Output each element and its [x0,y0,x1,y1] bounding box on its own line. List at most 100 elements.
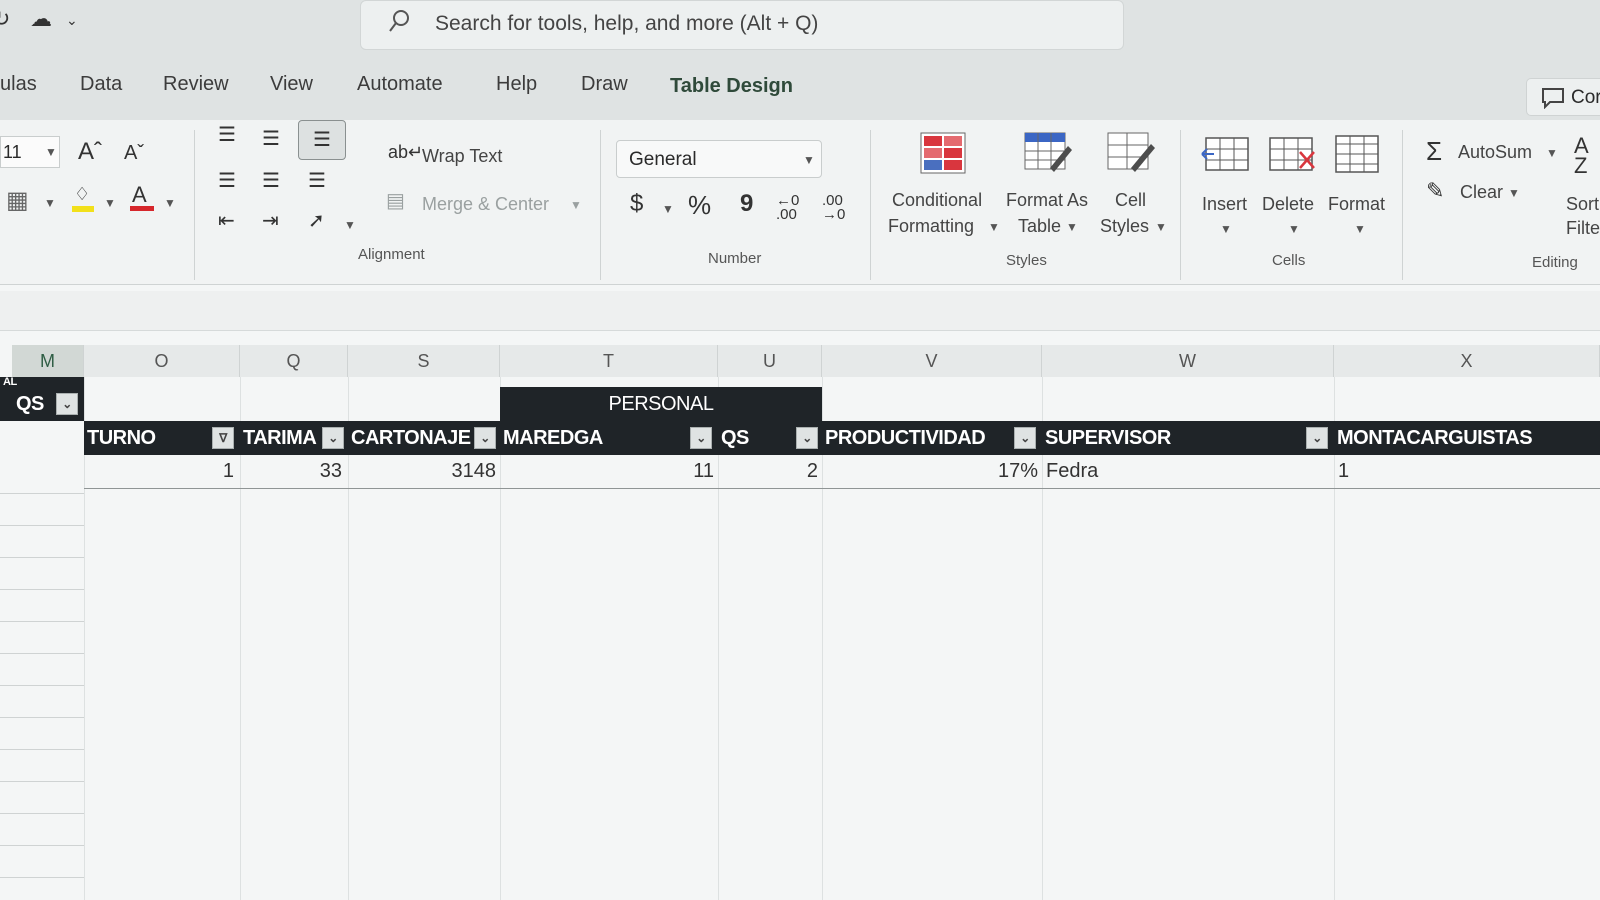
cell-maredga[interactable]: 11 [500,460,714,483]
decrease-decimal-icon[interactable]: .00 →0 [822,193,845,222]
conditional-formatting-button[interactable]: Conditional Formatting ▼ [880,132,1000,242]
formula-bar[interactable] [0,291,1600,331]
chevron-down-icon[interactable]: ▼ [1508,186,1520,200]
chevron-down-icon[interactable]: ▼ [104,196,116,210]
filter-dropdown-icon[interactable]: ⌄ [1014,427,1036,449]
filter-active-icon[interactable]: ∇ [212,427,234,449]
align-middle-icon[interactable]: ☰ [262,126,280,151]
chevron-down-icon[interactable]: ▼ [44,196,56,210]
header-supervisor-label: SUPERVISOR [1045,427,1171,449]
column-header-o[interactable]: O [84,345,240,377]
align-left-icon[interactable]: ☰ [218,168,236,193]
column-header-s[interactable]: S [348,345,500,377]
chevron-down-icon: ▼ [988,220,1000,234]
font-size-select[interactable]: 11 ▼ [0,136,60,168]
wrap-text-button[interactable]: Wrap Text [422,144,502,169]
insert-button[interactable]: Insert ▼ [1196,134,1254,244]
column-header-q[interactable]: Q [240,345,348,377]
header-supervisor[interactable]: SUPERVISOR ⌄ [1042,421,1334,455]
search-box[interactable]: Search for tools, help, and more (Alt + … [360,0,1124,50]
chevron-down-icon[interactable]: ▼ [662,202,674,216]
column-header-t[interactable]: T [500,345,718,377]
align-bottom-icon[interactable]: ☰ [298,120,346,160]
column-header-m[interactable]: M [12,345,84,377]
filter-dropdown-icon[interactable]: ⌄ [796,427,818,449]
clear-button[interactable]: Clear [1460,180,1503,205]
cell-tarima[interactable]: 33 [240,460,342,483]
spreadsheet[interactable]: M O Q S T U V W X AL QS ⌄ PERSONAL TURNO… [0,285,1600,900]
column-header-w[interactable]: W [1042,345,1334,377]
tab-help[interactable]: Help [496,73,537,96]
sort-filter-icon[interactable]: AZ [1574,135,1589,177]
fill-color-icon[interactable]: ♢ [72,184,94,214]
header-maredga[interactable]: MAREDGA ⌄ [500,421,718,455]
menu-bar: ulas Data Review View Automate Help Draw… [0,50,1600,120]
filter-dropdown-icon[interactable]: ⌄ [474,427,496,449]
autosum-button[interactable]: AutoSum [1458,140,1532,165]
cell-styles-button[interactable]: Cell Styles ▼ [1095,132,1175,242]
decrease-font-icon[interactable]: Aˇ [124,142,144,165]
delete-button[interactable]: Delete ▼ [1262,134,1322,244]
comments-button[interactable]: Cor [1526,78,1600,116]
chevron-down-icon: ▼ [1220,222,1232,236]
chevron-down-icon[interactable]: ▼ [570,198,582,212]
chevron-down-icon: ▼ [803,153,815,167]
increase-font-icon[interactable]: Aˆ [78,138,102,166]
merge-center-button[interactable]: Merge & Center [422,192,549,217]
filter-dropdown-icon[interactable]: ⌄ [322,427,344,449]
tab-review[interactable]: Review [163,73,229,96]
search-placeholder: Search for tools, help, and more (Alt + … [435,12,819,35]
currency-button[interactable]: $ [630,190,643,218]
tab-automate[interactable]: Automate [357,73,443,96]
borders-icon[interactable]: ▦ [6,186,29,215]
partial-header-top: AL [0,377,84,388]
header-qs[interactable]: QS ⌄ [718,421,822,455]
cell-supervisor[interactable]: Fedra [1046,460,1098,483]
autosave-icon[interactable]: ☁ [30,6,52,32]
align-center-icon[interactable]: ☰ [262,168,280,193]
tab-formulas[interactable]: ulas [0,73,37,96]
chevron-down-icon[interactable]: ▼ [164,196,176,210]
filter-dropdown-icon[interactable]: ⌄ [1306,427,1328,449]
column-header-x[interactable]: X [1334,345,1600,377]
percent-button[interactable]: % [688,190,711,221]
decrease-indent-icon[interactable]: ⇤ [218,208,235,233]
format-as-table-button[interactable]: Format As Table ▼ [1000,132,1100,242]
tab-data[interactable]: Data [80,73,122,96]
cell-turno[interactable]: 1 [84,460,234,483]
column-header-v[interactable]: V [822,345,1042,377]
header-productividad-label: PRODUCTIVIDAD [825,427,986,449]
tab-view[interactable]: View [270,73,313,96]
cell-productividad[interactable]: 17% [822,460,1038,483]
cell-qs[interactable]: 2 [718,460,818,483]
align-right-icon[interactable]: ☰ [308,168,326,193]
chevron-down-icon[interactable]: ⌄ [66,12,78,29]
orientation-icon[interactable]: ➚ [308,208,325,233]
header-turno[interactable]: TURNO ∇ [84,421,240,455]
undo-icon[interactable]: ↻ [0,6,10,32]
cell-montacarguistas[interactable]: 1 [1338,460,1349,483]
tab-draw[interactable]: Draw [581,73,628,96]
chevron-down-icon[interactable]: ▼ [344,218,356,232]
conditional-formatting-label-2: Formatting [888,216,975,236]
header-tarima[interactable]: TARIMA ⌄ [240,421,348,455]
font-color-icon[interactable]: A [130,182,154,214]
header-montacarguistas[interactable]: MONTACARGUISTAS [1334,421,1600,455]
filter-dropdown-icon[interactable]: ⌄ [56,393,78,415]
header-cartonaje[interactable]: CARTONAJE ⌄ [348,421,500,455]
tab-table-design[interactable]: Table Design [670,75,793,98]
comma-button[interactable]: 9 [740,190,753,218]
align-top-icon[interactable]: ☰ [218,122,236,147]
header-tarima-label: TARIMA [243,427,317,449]
increase-decimal-icon[interactable]: ←0.00 [776,193,799,222]
cell-cartonaje[interactable]: 3148 [348,460,497,483]
header-cartonaje-label: CARTONAJE [351,427,471,449]
filter-dropdown-icon[interactable]: ⌄ [690,427,712,449]
column-header-u[interactable]: U [718,345,822,377]
header-productividad[interactable]: PRODUCTIVIDAD ⌄ [822,421,1042,455]
number-format-select[interactable]: General ▼ [616,140,822,178]
format-button[interactable]: Format ▼ [1326,134,1390,244]
chevron-down-icon[interactable]: ▼ [1546,146,1558,160]
header-qs-left[interactable]: QS ⌄ [0,387,84,421]
increase-indent-icon[interactable]: ⇥ [262,208,279,233]
